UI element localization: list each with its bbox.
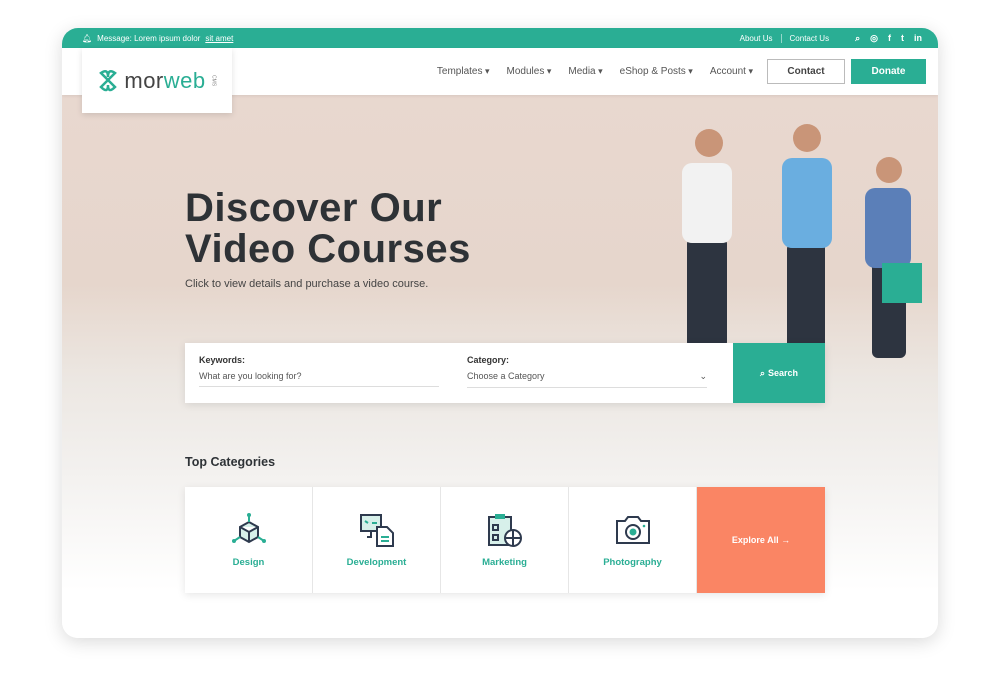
message-text: Message: Lorem ipsum dolor [97, 33, 201, 43]
monitor-document-icon [359, 513, 394, 547]
contact-us-link[interactable]: Contact Us [790, 34, 830, 43]
twitter-icon[interactable]: t [901, 33, 904, 44]
keywords-input[interactable]: What are you looking for? [199, 371, 439, 387]
explore-all-button[interactable]: Explore All → [697, 487, 825, 593]
clipboard-target-icon [487, 513, 522, 547]
divider [780, 33, 782, 43]
category-label: Category: [467, 355, 510, 365]
menu-account[interactable]: Account [710, 66, 753, 77]
about-us-link[interactable]: About Us [740, 34, 773, 43]
linkedin-icon[interactable]: in [914, 33, 922, 44]
category-label: Photography [603, 556, 662, 568]
menu-modules[interactable]: Modules [507, 66, 552, 77]
search-icon[interactable]: ⌕ [855, 33, 860, 44]
title-line-2: Video Courses [185, 227, 471, 271]
categories-grid: Design Development Marketing Photography… [185, 487, 825, 593]
chevron-down-icon: ⌄ [699, 371, 707, 381]
category-select[interactable]: Choose a Category ⌄ [467, 371, 707, 388]
category-label: Development [346, 556, 407, 568]
page-title: Discover Our Video Courses [185, 188, 471, 270]
logo-icon [99, 69, 118, 91]
hero-subtitle: Click to view details and purchase a vid… [185, 278, 429, 290]
category-development[interactable]: Development [313, 487, 441, 593]
logo-text-dark: mor [124, 67, 164, 93]
search-button[interactable]: ⌕ Search [733, 343, 825, 403]
cube-icon [231, 512, 266, 543]
bell-icon: 🔔︎ [82, 33, 93, 43]
menu-templates[interactable]: Templates [437, 66, 490, 77]
top-bar: 🔔︎ Message: Lorem ipsum dolor sit amet Ab… [62, 28, 938, 48]
logo-text: morweb [124, 68, 205, 94]
category-value: Choose a Category [467, 371, 545, 381]
logo[interactable]: morweb CMS [82, 48, 232, 113]
top-categories-title: Top Categories [185, 455, 276, 469]
category-label: Design [232, 556, 265, 568]
category-marketing[interactable]: Marketing [441, 487, 569, 593]
logo-text-accent: web [163, 67, 206, 93]
contact-button[interactable]: Contact [767, 59, 845, 84]
menu-media[interactable]: Media [568, 66, 602, 77]
category-photography[interactable]: Photography [569, 487, 697, 593]
category-label: Marketing [482, 556, 527, 568]
message-link[interactable]: sit amet [205, 34, 233, 43]
browser-frame: 🔔︎ Message: Lorem ipsum dolor sit amet Ab… [62, 28, 938, 638]
instagram-icon[interactable]: ◎ [870, 33, 878, 44]
menu-eshop-posts[interactable]: eShop & Posts [620, 66, 693, 77]
camera-icon [615, 515, 650, 544]
title-line-1: Discover Our [185, 186, 443, 230]
search-button-label: Search [768, 368, 799, 378]
logo-suffix: CMS [210, 74, 217, 87]
facebook-icon[interactable]: f [888, 33, 891, 44]
donate-button[interactable]: Donate [851, 59, 926, 84]
search-icon: ⌕ [759, 367, 765, 378]
keywords-label: Keywords: [199, 355, 246, 365]
category-design[interactable]: Design [185, 487, 313, 593]
course-search-form: Keywords: What are you looking for? Categ… [185, 343, 825, 403]
